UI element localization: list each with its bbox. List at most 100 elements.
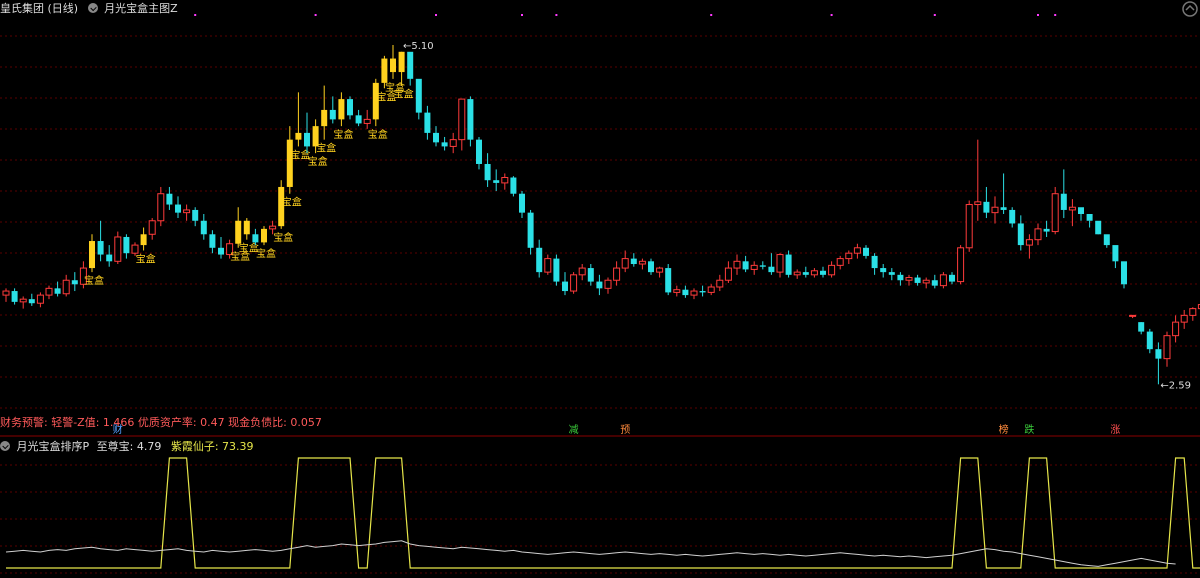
candle-body bbox=[638, 260, 646, 265]
candle-body bbox=[45, 287, 53, 296]
candle-body bbox=[2, 290, 10, 296]
box-label: 宝盒 bbox=[136, 252, 156, 265]
candle-body bbox=[914, 277, 921, 283]
candle-body bbox=[363, 118, 371, 124]
signal-dot bbox=[1037, 14, 1039, 16]
event-tag: 财 bbox=[113, 423, 123, 436]
event-tag: 预 bbox=[620, 424, 630, 436]
yellow-line bbox=[6, 457, 1200, 569]
candle-body bbox=[321, 109, 328, 127]
signal-dot bbox=[194, 14, 197, 16]
candle-body bbox=[467, 99, 474, 140]
candle-body bbox=[957, 247, 965, 283]
candle-body bbox=[922, 279, 930, 284]
candle-body bbox=[192, 209, 199, 221]
candle-body bbox=[871, 255, 878, 269]
candle-body bbox=[759, 265, 766, 267]
candle-body bbox=[905, 277, 913, 281]
box-label: 宝盒 bbox=[273, 231, 293, 244]
candle-body bbox=[501, 177, 509, 184]
candle-body bbox=[596, 281, 603, 289]
candle-body bbox=[1000, 207, 1007, 210]
candle-body bbox=[1172, 321, 1180, 337]
candle-body bbox=[699, 291, 706, 293]
candle-body bbox=[140, 234, 147, 246]
candle-body bbox=[965, 204, 973, 249]
candle-body bbox=[707, 286, 715, 293]
candle-body bbox=[836, 258, 844, 266]
candle-body bbox=[286, 139, 293, 187]
candle-body bbox=[381, 58, 388, 83]
candle-body bbox=[1112, 245, 1119, 262]
candle-body bbox=[1189, 308, 1197, 316]
box-label: 宝盒 bbox=[282, 196, 302, 209]
candle-body bbox=[1138, 322, 1145, 332]
candle-body bbox=[863, 247, 869, 256]
box-label: 宝盒 bbox=[368, 128, 388, 141]
candle-body bbox=[398, 51, 405, 73]
event-tag: 榜 bbox=[999, 423, 1009, 436]
candle-body bbox=[536, 247, 543, 273]
candle-body bbox=[742, 261, 749, 270]
signal-dot bbox=[830, 14, 833, 16]
candle-body bbox=[1180, 314, 1188, 323]
event-tag: 涨 bbox=[1110, 424, 1120, 436]
candle-body bbox=[510, 177, 517, 194]
candle-body bbox=[54, 288, 61, 294]
candle-body bbox=[682, 289, 689, 296]
candle-body bbox=[347, 99, 353, 116]
candle-body bbox=[123, 236, 130, 254]
candle-body bbox=[648, 261, 654, 273]
signal-dot bbox=[435, 14, 437, 16]
candle-body bbox=[1121, 261, 1127, 285]
candle-body bbox=[768, 266, 775, 273]
candle-body bbox=[820, 270, 826, 275]
signal-dot bbox=[314, 14, 317, 16]
box-label: 宝盒 bbox=[333, 128, 353, 141]
candle-body bbox=[939, 274, 947, 287]
candle-body bbox=[630, 258, 637, 265]
candle-body bbox=[519, 193, 525, 213]
candle-body bbox=[449, 139, 457, 147]
candle-body bbox=[553, 258, 560, 282]
signal-dot bbox=[521, 14, 523, 16]
candle-body bbox=[1060, 193, 1067, 210]
candle-body bbox=[218, 247, 224, 255]
signal-dot bbox=[933, 14, 936, 16]
candle-body bbox=[991, 206, 999, 214]
candle-body bbox=[673, 289, 681, 293]
candle-body bbox=[656, 267, 664, 273]
candle-body bbox=[750, 264, 758, 270]
candle-body bbox=[295, 132, 302, 140]
candle-body bbox=[36, 294, 44, 304]
candle-body bbox=[243, 220, 250, 235]
candle-body bbox=[880, 268, 887, 273]
candle-body bbox=[888, 272, 895, 275]
candle-body bbox=[484, 163, 491, 181]
candle-body bbox=[733, 260, 741, 269]
candle-body bbox=[931, 280, 938, 286]
candle-body bbox=[793, 271, 801, 276]
candle-body bbox=[845, 252, 853, 260]
candle-body bbox=[853, 247, 861, 254]
candle-body bbox=[11, 291, 18, 302]
candle-body bbox=[949, 274, 955, 282]
candle-body bbox=[433, 132, 439, 143]
candle-body bbox=[1034, 228, 1042, 241]
signal-dot bbox=[710, 14, 713, 16]
candle-body bbox=[810, 270, 818, 276]
candle-body bbox=[415, 78, 422, 113]
candle-body bbox=[114, 236, 122, 262]
signal-dot bbox=[555, 14, 558, 16]
candle-body bbox=[570, 274, 578, 292]
candle-body bbox=[776, 254, 784, 273]
candle-body bbox=[802, 272, 809, 275]
candle-body bbox=[1129, 314, 1137, 317]
candle-body bbox=[458, 98, 466, 141]
candle-body bbox=[1051, 193, 1059, 233]
max-price-label: ←5.10 bbox=[403, 41, 434, 52]
event-tag: 减 bbox=[569, 424, 579, 436]
candle-body bbox=[493, 180, 500, 183]
candle-body bbox=[897, 274, 904, 281]
candle-body bbox=[329, 109, 336, 120]
